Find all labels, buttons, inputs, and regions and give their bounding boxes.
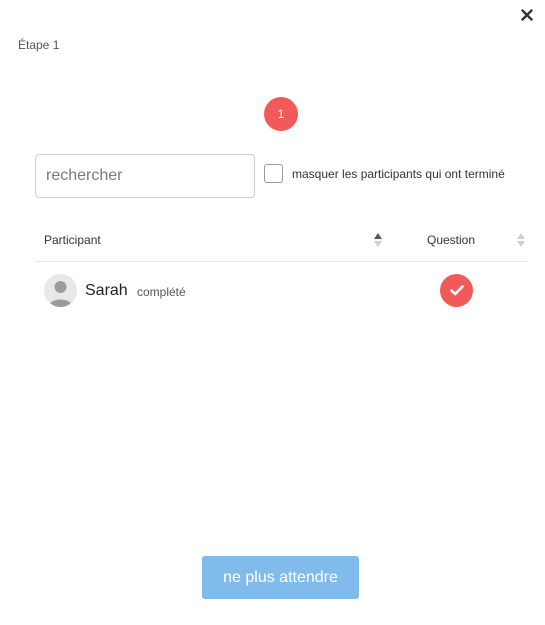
step-title: Étape 1 bbox=[18, 38, 60, 52]
column-header-question[interactable]: Question bbox=[427, 233, 475, 247]
sort-icon[interactable] bbox=[516, 231, 526, 249]
stop-waiting-button[interactable]: ne plus attendre bbox=[202, 556, 359, 599]
hide-finished-label: masquer les participants qui ont terminé bbox=[292, 166, 505, 181]
sort-icon[interactable] bbox=[373, 231, 383, 249]
table-header: Participant Question bbox=[35, 220, 528, 262]
close-icon bbox=[521, 9, 533, 21]
question-completed-badge bbox=[440, 274, 473, 307]
step-number-badge: 1 bbox=[264, 97, 298, 131]
hide-finished-toggle[interactable]: masquer les participants qui ont terminé bbox=[264, 164, 505, 183]
close-button[interactable] bbox=[515, 4, 539, 26]
participants-table: Participant Question Sarah complété bbox=[35, 220, 528, 320]
hide-finished-checkbox[interactable] bbox=[264, 164, 283, 183]
check-icon bbox=[449, 285, 464, 296]
search-input[interactable] bbox=[35, 154, 255, 198]
table-row: Sarah complété bbox=[35, 262, 528, 320]
participant-name: Sarah bbox=[85, 282, 128, 299]
user-avatar-icon bbox=[44, 274, 77, 307]
column-header-participant[interactable]: Participant bbox=[44, 233, 101, 247]
participant-status: complété bbox=[137, 285, 186, 299]
